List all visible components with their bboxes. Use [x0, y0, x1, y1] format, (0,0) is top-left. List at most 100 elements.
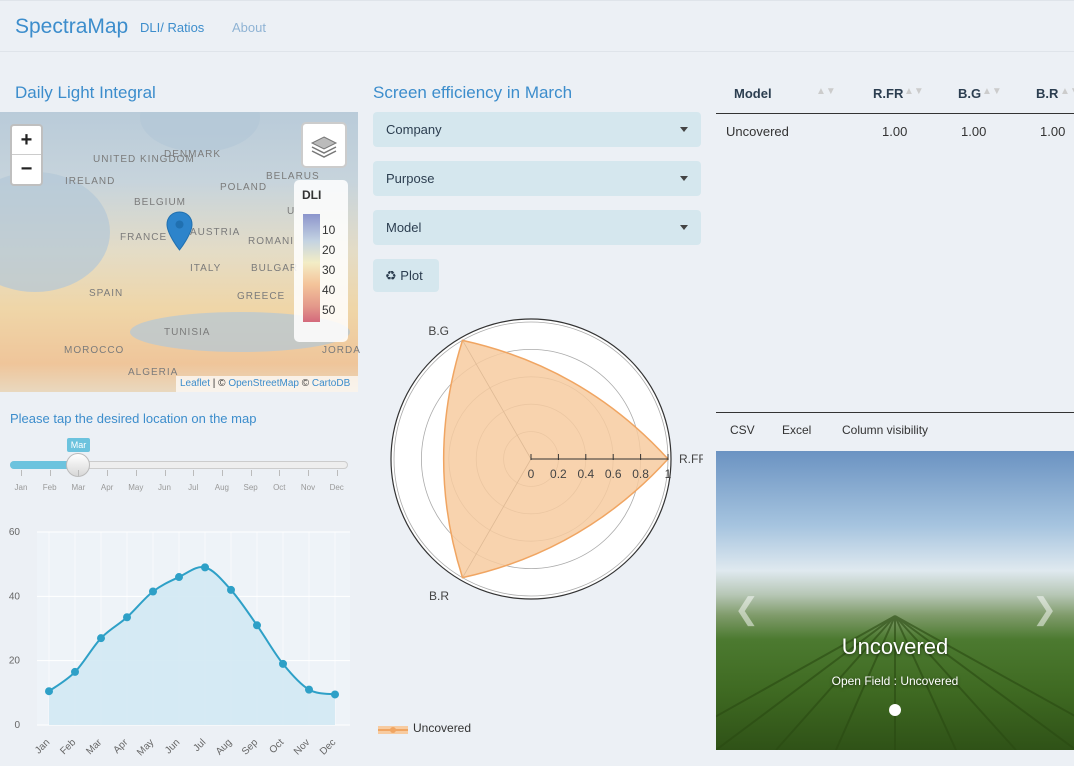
map-marker-icon[interactable]	[166, 211, 193, 251]
legend-title: DLI	[302, 188, 322, 202]
x-tick-label: Jul	[191, 737, 208, 754]
radial-tick-label: 0.8	[632, 467, 649, 481]
month-tick	[336, 470, 338, 476]
navbar: SpectraMap DLI/ Ratios About	[0, 0, 1074, 52]
x-tick-label: Nov	[292, 737, 312, 757]
col-header-rfr[interactable]: R.FR	[873, 86, 903, 101]
nav-about[interactable]: About	[232, 20, 266, 35]
sea-shape	[0, 172, 110, 292]
month-tick	[107, 470, 109, 476]
x-tick-label: Sep	[240, 737, 261, 758]
column-visibility-button[interactable]: Column visibility	[842, 423, 928, 437]
radar-chart: 0 0.2 0.4 0.6 0.8 1 R.FR B.G B.R	[390, 318, 703, 603]
month-label: Jan	[14, 483, 28, 492]
legend-tick: 50	[322, 303, 336, 317]
sort-icon[interactable]: ▲▼	[816, 86, 836, 97]
dli-title: Daily Light Integral	[15, 83, 156, 102]
data-point[interactable]	[331, 690, 339, 699]
data-point[interactable]	[201, 563, 209, 572]
data-point[interactable]	[149, 587, 157, 596]
data-point[interactable]	[45, 687, 53, 696]
x-tick-label: Oct	[268, 737, 287, 756]
carousel-next-icon[interactable]: ❯	[1032, 592, 1057, 627]
x-tick-label: Dec	[318, 737, 338, 757]
data-point[interactable]	[253, 621, 261, 630]
attrib-sep: | ©	[210, 378, 229, 389]
chevron-down-icon	[680, 176, 688, 181]
map-label: ITALY	[190, 263, 222, 274]
table-cell-bg: 1.00	[961, 124, 987, 139]
map-label: POLAND	[220, 182, 268, 193]
carousel-indicator[interactable]	[889, 704, 901, 716]
map-label: FRANCE	[120, 232, 168, 243]
plot-button-label: Plot	[400, 268, 423, 283]
table-cell-rfr: 1.00	[882, 124, 908, 139]
osm-link[interactable]: OpenStreetMap	[228, 378, 299, 389]
model-select[interactable]: Model	[373, 210, 701, 245]
model-select-label: Model	[386, 220, 422, 235]
map-hint: Please tap the desired location on the m…	[10, 411, 257, 426]
radial-tick-label: 0.2	[550, 467, 567, 481]
data-point[interactable]	[279, 659, 287, 668]
leaflet-link[interactable]: Leaflet	[180, 378, 210, 389]
plot-button[interactable]: ♻ Plot	[373, 259, 439, 292]
month-tick	[250, 470, 252, 476]
map-label: JORDA	[322, 345, 361, 356]
zoom-in-button[interactable]: +	[12, 126, 41, 155]
excel-button[interactable]: Excel	[782, 423, 811, 437]
dli-legend: DLI 10 20 30 40 50	[294, 180, 348, 342]
map-label: UNITED KINGDOM	[93, 154, 195, 165]
month-label: Oct	[273, 483, 286, 492]
x-tick-label: Feb	[58, 737, 78, 757]
map-label: GREECE	[237, 291, 286, 302]
company-select-label: Company	[386, 122, 442, 137]
zoom-out-button[interactable]: −	[12, 155, 41, 184]
data-point[interactable]	[123, 613, 131, 622]
radar-axis-label: B.R	[429, 589, 449, 603]
table-bottom-line	[716, 412, 1074, 413]
table-header-line	[716, 113, 1074, 114]
month-label: Apr	[100, 483, 114, 492]
data-point[interactable]	[175, 573, 183, 582]
radial-tick-label: 0	[528, 467, 535, 481]
purpose-select[interactable]: Purpose	[373, 161, 701, 196]
company-select[interactable]: Company	[373, 112, 701, 147]
radial-tick-label: 0.6	[605, 467, 622, 481]
month-label: Dec	[329, 483, 344, 492]
data-point[interactable]	[227, 585, 235, 594]
layers-button[interactable]	[301, 122, 347, 168]
radar-axis-label: R.FR	[679, 452, 703, 466]
radial-tick-label: 1	[665, 467, 672, 481]
col-header-bg[interactable]: B.G	[958, 86, 981, 101]
zoom-control: + −	[10, 124, 43, 186]
col-header-model[interactable]: Model	[734, 86, 772, 101]
map-label: MOROCCO	[64, 345, 125, 356]
sort-icon[interactable]: ▲▼	[904, 86, 924, 97]
screen-efficiency-title: Screen efficiency in March	[373, 83, 573, 102]
recycle-icon: ♻	[385, 268, 397, 283]
carousel-prev-icon[interactable]: ❮	[734, 592, 759, 627]
radar-legend-swatch	[378, 726, 408, 734]
carousel-title: Uncovered	[841, 634, 949, 659]
month-label: Aug	[214, 483, 230, 492]
month-tick	[21, 470, 22, 476]
x-tick-label: Mar	[84, 737, 104, 757]
data-point[interactable]	[305, 685, 313, 694]
data-point[interactable]	[97, 634, 105, 643]
radar-axis-label: B.G	[428, 324, 449, 338]
nav-dli-ratios[interactable]: DLI/ Ratios	[140, 20, 204, 35]
col-header-br[interactable]: B.R	[1036, 86, 1058, 101]
data-point[interactable]	[71, 667, 79, 676]
sort-icon[interactable]: ▲▼	[982, 86, 1002, 97]
sort-icon[interactable]: ▲▼	[1060, 86, 1074, 97]
brand[interactable]: SpectraMap	[15, 15, 128, 39]
carto-link[interactable]: CartoDB	[312, 378, 350, 389]
month-tick	[193, 470, 195, 476]
chevron-down-icon	[680, 127, 688, 132]
month-tick	[78, 470, 80, 476]
legend-tick: 30	[322, 263, 336, 277]
csv-button[interactable]: CSV	[730, 423, 755, 437]
month-label: Nov	[300, 483, 316, 492]
month-tick	[135, 470, 137, 476]
month-slider-value: Mar	[67, 438, 90, 452]
